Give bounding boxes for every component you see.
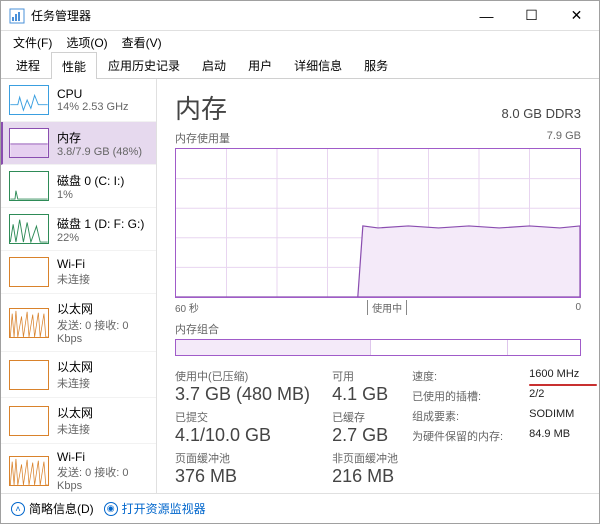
chevron-up-icon: ˄	[11, 502, 25, 516]
menu-file[interactable]: 文件(F)	[7, 32, 58, 53]
sidebar-item-disk0[interactable]: 磁盘 0 (C: I:)1%	[1, 165, 156, 208]
stat-speed-value: 1600 MHz	[529, 368, 579, 384]
minimize-button[interactable]: —	[464, 1, 509, 30]
ethernet-thumb-icon	[9, 406, 49, 436]
stat-in-use: 使用中(已压缩)3.7 GB (480 MB)	[175, 368, 310, 405]
wifi-thumb-icon	[9, 257, 49, 287]
sidebar-item-memory[interactable]: 内存3.8/7.9 GB (48%)	[1, 122, 156, 165]
sidebar-item-label: 以太网	[57, 404, 93, 421]
sidebar-item-sub: 未连接	[57, 271, 90, 287]
sidebar[interactable]: CPU14% 2.53 GHz 内存3.8/7.9 GB (48%) 磁盘 0 …	[1, 79, 157, 493]
sidebar-item-ethernet[interactable]: 以太网未连接	[1, 398, 156, 444]
sidebar-item-sub: 22%	[57, 232, 144, 244]
sidebar-item-sub: 未连接	[57, 375, 93, 391]
tab-services[interactable]: 服务	[353, 51, 399, 78]
stat-reserved-label: 为硬件保留的内存:	[412, 428, 503, 444]
sidebar-item-label: 磁盘 1 (D: F: G:)	[57, 215, 144, 232]
monitor-icon: ◉	[104, 502, 118, 516]
sidebar-item-ethernet[interactable]: 以太网未连接	[1, 352, 156, 398]
wifi-thumb-icon	[9, 456, 49, 486]
close-button[interactable]: ✕	[554, 1, 599, 30]
sidebar-item-label: 以太网	[57, 300, 148, 317]
usage-label: 内存使用量	[175, 130, 230, 146]
composition-label: 内存组合	[175, 321, 581, 337]
footer: ˄简略信息(D) ◉打开资源监视器	[1, 493, 599, 523]
stat-speed-label: 速度:	[412, 368, 503, 384]
sidebar-item-label: 内存	[57, 129, 142, 146]
sidebar-item-label: Wi-Fi	[57, 257, 90, 271]
maximize-button[interactable]: ☐	[509, 1, 554, 30]
stats-right: 速度: 1600 MHz 已使用的插槽: 2/2 组成要素: SODIMM 为硬件保留…	[412, 368, 579, 487]
sidebar-item-sub: 发送: 0 接收: 0 Kbps	[57, 317, 148, 345]
tab-processes[interactable]: 进程	[5, 51, 51, 78]
open-resource-monitor-link[interactable]: ◉打开资源监视器	[104, 500, 206, 517]
memory-composition-chart[interactable]	[175, 339, 581, 356]
fewer-details-button[interactable]: ˄简略信息(D)	[11, 500, 94, 517]
sidebar-item-label: 磁盘 0 (C: I:)	[57, 172, 124, 189]
axis-mid: 使用中	[367, 300, 407, 315]
sidebar-item-sub: 1%	[57, 189, 124, 201]
sidebar-item-cpu[interactable]: CPU14% 2.53 GHz	[1, 79, 156, 122]
stat-paged-pool: 页面缓冲池376 MB	[175, 450, 310, 487]
disk-thumb-icon	[9, 171, 49, 201]
window-controls: — ☐ ✕	[464, 1, 599, 30]
titlebar: 任务管理器 — ☐ ✕	[1, 1, 599, 31]
stat-cached: 已缓存2.7 GB	[332, 409, 398, 446]
menubar: 文件(F) 选项(O) 查看(V)	[1, 31, 599, 53]
stat-form-value: SODIMM	[529, 408, 579, 424]
sidebar-item-wifi[interactable]: Wi-Fi发送: 0 接收: 0 Kbps	[1, 444, 156, 493]
ethernet-thumb-icon	[9, 308, 49, 338]
stat-slots-label: 已使用的插槽:	[412, 388, 503, 404]
main-panel: 内存 8.0 GB DDR3 内存使用量 7.9 GB 60 秒 使用中	[157, 79, 599, 493]
main-header: 内存 8.0 GB DDR3	[175, 89, 581, 126]
tab-startup[interactable]: 启动	[191, 51, 237, 78]
content-area: CPU14% 2.53 GHz 内存3.8/7.9 GB (48%) 磁盘 0 …	[1, 79, 599, 493]
sidebar-item-label: Wi-Fi	[57, 450, 148, 464]
task-manager-window: 任务管理器 — ☐ ✕ 文件(F) 选项(O) 查看(V) 进程 性能 应用历史…	[0, 0, 600, 524]
sidebar-item-wifi[interactable]: Wi-Fi未连接	[1, 251, 156, 294]
sidebar-item-sub: 3.8/7.9 GB (48%)	[57, 146, 142, 158]
page-title: 内存	[175, 89, 227, 126]
usage-max: 7.9 GB	[547, 130, 581, 146]
window-title: 任务管理器	[31, 7, 464, 24]
cpu-thumb-icon	[9, 85, 49, 115]
stat-available: 可用4.1 GB	[332, 368, 398, 405]
sidebar-item-disk1[interactable]: 磁盘 1 (D: F: G:)22%	[1, 208, 156, 251]
tab-users[interactable]: 用户	[237, 51, 283, 78]
sidebar-item-sub: 发送: 0 接收: 0 Kbps	[57, 464, 148, 492]
sidebar-item-label: CPU	[57, 87, 129, 101]
stat-nonpaged-pool: 非页面缓冲池216 MB	[332, 450, 398, 487]
menu-view[interactable]: 查看(V)	[116, 32, 168, 53]
stats: 使用中(已压缩)3.7 GB (480 MB) 可用4.1 GB 已提交4.1/…	[175, 368, 581, 487]
sidebar-item-label: 以太网	[57, 358, 93, 375]
disk-thumb-icon	[9, 214, 49, 244]
stat-committed: 已提交4.1/10.0 GB	[175, 409, 310, 446]
sidebar-item-sub: 未连接	[57, 421, 93, 437]
stat-form-label: 组成要素:	[412, 408, 503, 424]
tab-performance[interactable]: 性能	[51, 52, 97, 79]
sidebar-item-ethernet[interactable]: 以太网发送: 0 接收: 0 Kbps	[1, 294, 156, 352]
stat-slots-value: 2/2	[529, 388, 579, 404]
tab-details[interactable]: 详细信息	[283, 51, 353, 78]
axis-left: 60 秒	[175, 300, 199, 315]
app-icon	[9, 8, 25, 24]
ethernet-thumb-icon	[9, 360, 49, 390]
tab-app-history[interactable]: 应用历史记录	[97, 51, 191, 78]
stats-left: 使用中(已压缩)3.7 GB (480 MB) 可用4.1 GB 已提交4.1/…	[175, 368, 398, 487]
memory-spec: 8.0 GB DDR3	[502, 106, 581, 121]
menu-options[interactable]: 选项(O)	[60, 32, 113, 53]
memory-usage-chart[interactable]	[175, 148, 581, 298]
axis-right: 0	[575, 302, 581, 313]
tabbar: 进程 性能 应用历史记录 启动 用户 详细信息 服务	[1, 53, 599, 79]
memory-thumb-icon	[9, 128, 49, 158]
sidebar-item-sub: 14% 2.53 GHz	[57, 101, 129, 113]
stat-reserved-value: 84.9 MB	[529, 428, 579, 444]
